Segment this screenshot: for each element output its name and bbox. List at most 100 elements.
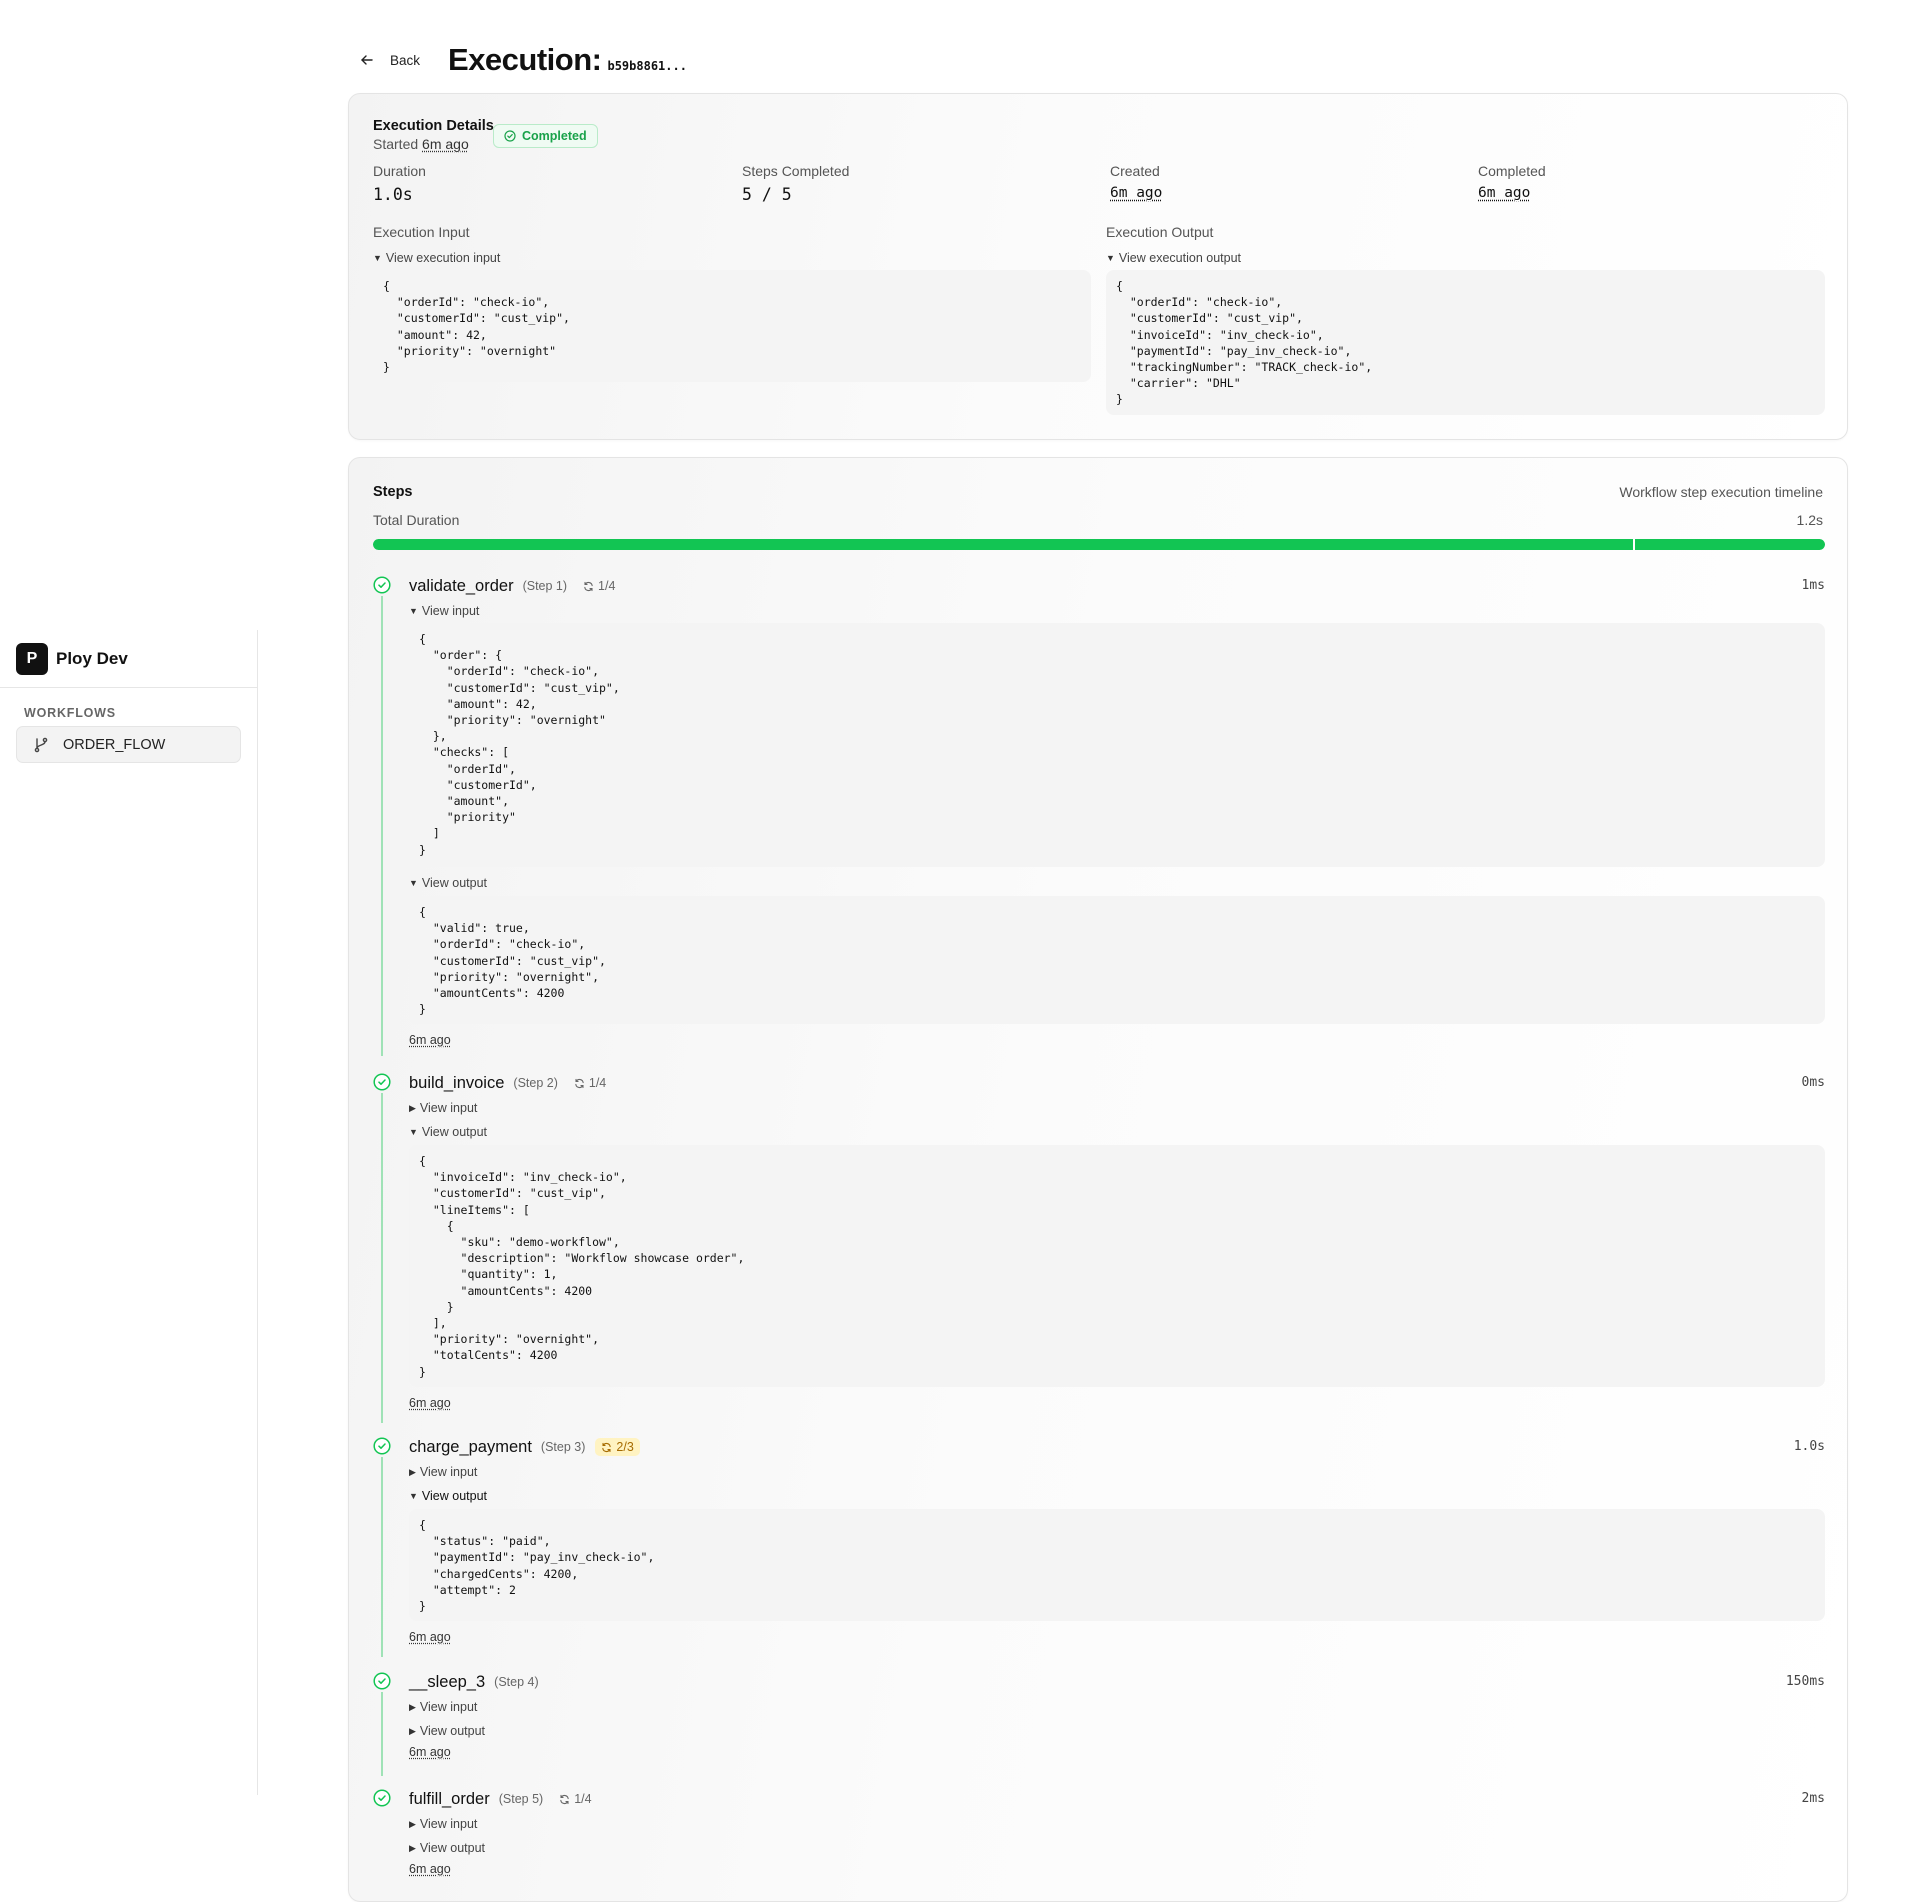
triangle-down-icon: ▼ [409,1127,418,1137]
view-output-toggle[interactable]: ▼ View output [409,1125,487,1139]
triangle-right-icon: ▶ [409,1725,416,1736]
steps-subtitle: Workflow step execution timeline [1619,484,1823,500]
stat-label: Duration [373,163,426,179]
view-output-toggle[interactable]: ▼ View output [409,876,487,890]
attempts-value: 1/4 [588,1076,607,1090]
view-input-toggle[interactable]: ▶ View input [409,1101,477,1115]
details-started: Started 6m ago [373,136,494,152]
steps-card: Steps Workflow step execution timeline T… [348,457,1848,1902]
view-input-toggle[interactable]: ▶ View input [409,1817,477,1831]
step-header: validate_order (Step 1) 1/4 [409,576,621,596]
page-header: Back Execution: b59b8861... [360,40,687,80]
back-label: Back [390,52,421,68]
steps-title: Steps [373,484,413,500]
brand-name: Ploy Dev [56,648,128,668]
toggle-label: View output [419,1841,486,1855]
toggle-label: View input [419,1700,478,1714]
step-number: (Step 2) [513,1076,558,1090]
triangle-down-icon: ▼ [373,253,382,263]
nav-section-workflows: WORKFLOWS [24,706,116,720]
triangle-right-icon: ▶ [409,1842,416,1853]
triangle-right-icon: ▶ [409,1701,416,1712]
step-build-invoice: build_invoice (Step 2) 1/4 0ms ▶ View in… [373,1073,1825,1423]
step-header: charge_payment (Step 3) 2/3 [409,1437,640,1457]
sidebar-item-order-flow[interactable]: ORDER_FLOW [16,726,241,763]
stat-value: 1.0s [373,185,413,204]
progress-fill [373,539,1825,550]
execution-output-code: { "orderId": "check-io", "customerId": "… [1106,270,1825,415]
stat-value: 6m ago [1110,185,1163,201]
stat-label: Completed [1478,163,1546,179]
attempts-badge: 1/4 [568,1074,612,1092]
execution-details-card: Execution Details Started 6m ago Complet… [348,93,1848,440]
toggle-label: View output [421,1125,488,1139]
attempts-badge: 1/4 [577,577,621,595]
view-input-toggle[interactable]: ▼ View input [409,604,479,618]
step-header: fulfill_order (Step 5) 1/4 [409,1789,598,1809]
execution-output-label: Execution Output [1106,224,1214,240]
step-fulfill-order: fulfill_order (Step 5) 1/4 2ms ▶ View in… [373,1789,1825,1889]
toggle-label: View output [421,876,488,890]
arrow-left-icon [361,55,373,65]
step-charge-payment: charge_payment (Step 3) 2/3 1.0s ▶ View … [373,1437,1825,1657]
stat-label: Created [1110,163,1160,179]
step-timestamp: 6m ago [409,1630,451,1644]
execution-id: b59b8861... [607,59,687,73]
step-sleep-3: __sleep_3 (Step 4) 150ms ▶ View input ▶ … [373,1672,1825,1776]
view-execution-input-toggle[interactable]: ▼ View execution input [373,251,500,265]
execution-input-label: Execution Input [373,224,470,240]
brand-logo: P [16,642,48,675]
stat-completed: Completed 6m ago [1478,163,1546,201]
triangle-down-icon: ▼ [1106,253,1115,263]
stat-label: Steps Completed [742,163,850,179]
view-input-toggle[interactable]: ▶ View input [409,1700,477,1714]
attempts-value: 2/3 [616,1440,634,1454]
brand[interactable]: P Ploy Dev [0,630,257,688]
sidebar-item-label: ORDER_FLOW [63,736,166,753]
git-branch-icon [34,737,48,752]
attempts-value: 1/4 [598,579,616,593]
timeline-connector [381,596,383,1056]
view-output-toggle[interactable]: ▶ View output [409,1724,485,1738]
step-timestamp: 6m ago [409,1396,451,1410]
step-output-code: { "status": "paid", "paymentId": "pay_in… [409,1509,1825,1621]
view-input-toggle[interactable]: ▶ View input [409,1465,477,1479]
step-number: (Step 4) [494,1675,539,1689]
check-circle-icon [504,130,516,142]
step-number: (Step 3) [540,1440,586,1454]
total-duration-value: 1.2s [1796,512,1823,528]
progress-segment-divider [1633,539,1635,550]
step-duration: 2ms [1801,1791,1825,1806]
attempts-badge: 1/4 [553,1790,597,1808]
view-output-toggle[interactable]: ▶ View output [409,1841,485,1855]
refresh-icon [584,581,593,591]
check-circle-icon [373,1789,391,1807]
details-title: Execution Details [373,118,494,134]
sidebar: P Ploy Dev WORKFLOWS ORDER_FLOW [0,630,258,1795]
total-duration-label: Total Duration [373,512,460,528]
triangle-down-icon: ▼ [409,878,418,888]
stat-value: 6m ago [1478,185,1531,201]
triangle-right-icon: ▶ [409,1466,416,1477]
toggle-label: View execution input [385,251,501,265]
duration-progress-bar [373,539,1825,550]
started-prefix: Started [373,136,419,152]
triangle-down-icon: ▼ [409,606,418,616]
view-output-toggle[interactable]: ▼ View output [409,1489,487,1503]
step-input-code: { "order": { "orderId": "check-io", "cus… [409,623,1825,867]
toggle-label: View input [421,604,480,618]
toggle-label: View output [419,1724,486,1738]
stat-created: Created 6m ago [1110,163,1162,201]
triangle-right-icon: ▶ [409,1818,416,1829]
back-button[interactable]: Back [360,53,420,68]
started-ago: 6m ago [422,136,469,152]
step-duration: 150ms [1785,1674,1825,1689]
step-validate-order: validate_order (Step 1) 1/4 1ms ▼ View i… [373,576,1825,1058]
view-execution-output-toggle[interactable]: ▼ View execution output [1106,251,1241,265]
attempts-value: 1/4 [574,1792,592,1806]
check-circle-icon [373,1073,391,1091]
step-name: build_invoice [409,1073,505,1092]
toggle-label: View input [419,1817,478,1831]
stat-value: 5 / 5 [742,185,792,204]
step-timestamp: 6m ago [409,1033,451,1047]
